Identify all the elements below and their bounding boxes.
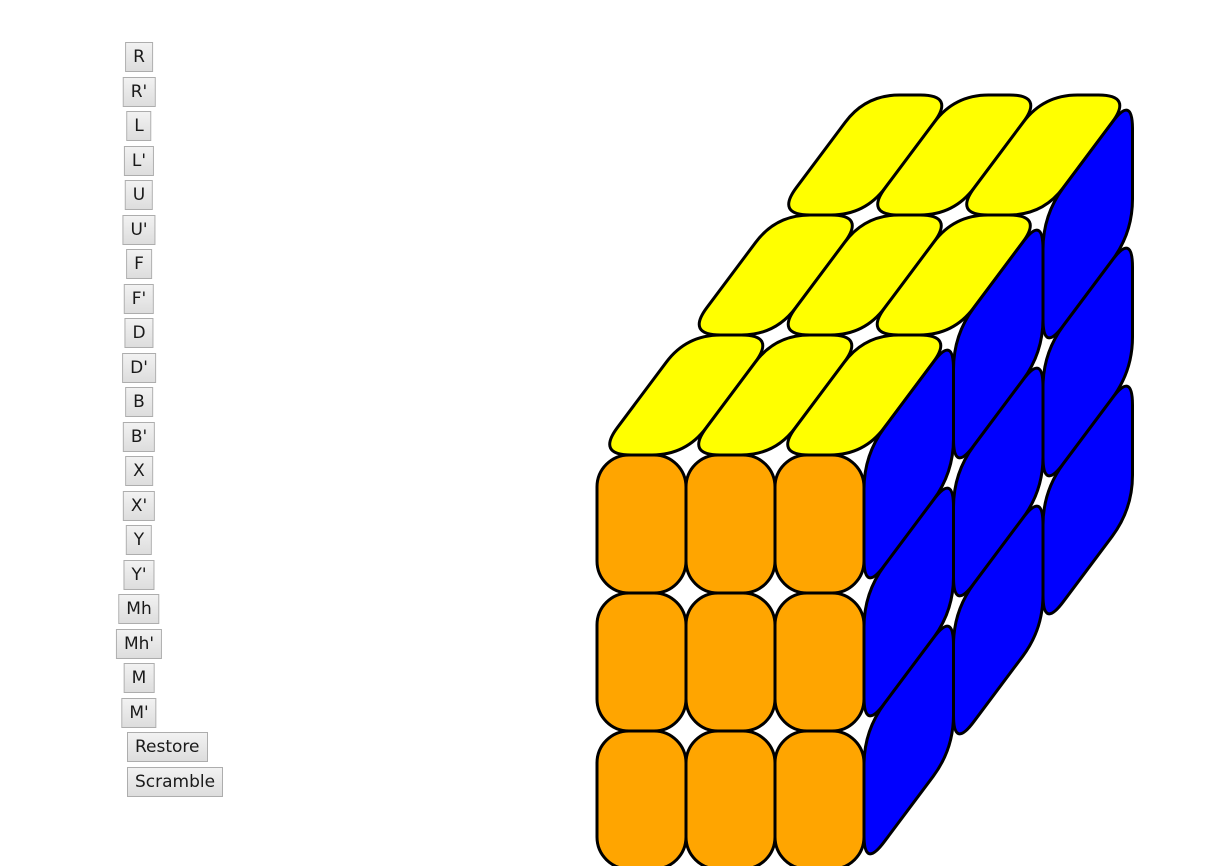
cube-front-face xyxy=(595,453,866,866)
front-sticker xyxy=(773,591,866,733)
front-sticker xyxy=(595,729,688,866)
front-sticker xyxy=(595,591,688,733)
front-sticker xyxy=(684,729,777,866)
rubiks-cube[interactable] xyxy=(0,0,1231,866)
front-sticker xyxy=(595,453,688,595)
front-sticker xyxy=(684,591,777,733)
front-sticker xyxy=(773,453,866,595)
front-sticker xyxy=(773,729,866,866)
front-sticker xyxy=(684,453,777,595)
